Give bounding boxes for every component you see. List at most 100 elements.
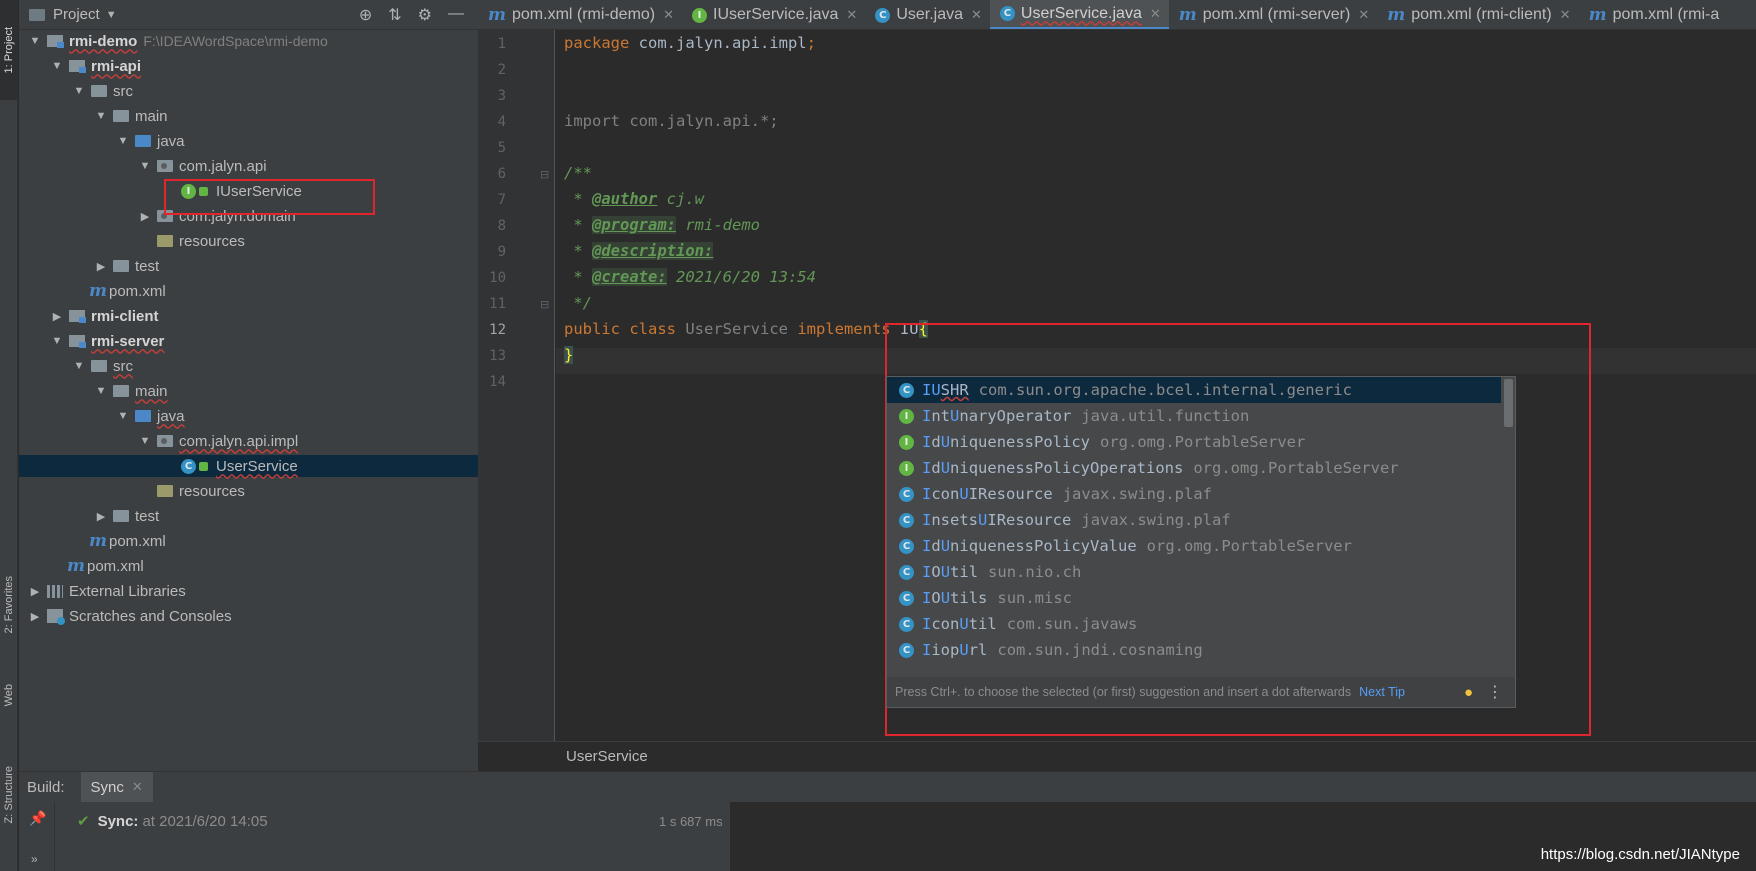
tool-tab-web[interactable]: Web — [0, 670, 18, 720]
tree-node-resources[interactable]: resources — [19, 480, 478, 502]
expand-arrow-icon[interactable]: ▶ — [137, 210, 153, 223]
tree-node-main[interactable]: ▼ main — [19, 105, 478, 127]
completion-item[interactable]: I IdUniquenessPolicy org.omg.PortableSer… — [887, 429, 1501, 455]
build-tool-window: Build: Sync ✕ 📌 » ✔ Sync: at 2021/6/20 14… — [19, 771, 1756, 871]
pin-icon[interactable]: 📌 — [29, 810, 46, 827]
tool-tab-favorites[interactable]: 2: Favorites — [0, 555, 18, 655]
expand-arrow-icon[interactable]: ▼ — [27, 35, 43, 47]
tree-node-java[interactable]: ▼ java — [19, 405, 478, 427]
expand-arrow-icon[interactable]: ▼ — [71, 85, 87, 97]
completion-item[interactable]: C IconUIResource javax.swing.plaf — [887, 481, 1501, 507]
locate-icon[interactable]: ⊕ — [359, 5, 372, 25]
completion-item[interactable]: I IntUnaryOperator java.util.function — [887, 403, 1501, 429]
tree-node-pom[interactable]: m pom.xml — [19, 280, 478, 302]
close-icon[interactable]: ✕ — [132, 779, 143, 795]
completion-scrollbar[interactable] — [1504, 379, 1513, 427]
close-icon[interactable]: ✕ — [1150, 6, 1161, 22]
expand-arrow-icon[interactable]: ▶ — [93, 510, 109, 523]
chevron-right-icon[interactable]: » — [31, 852, 38, 866]
close-icon[interactable]: ✕ — [663, 7, 674, 23]
tab-pom-rmi-client[interactable]: m pom.xml (rmi-client) ✕ — [1377, 0, 1578, 29]
close-icon[interactable]: ✕ — [1358, 7, 1369, 23]
tree-node-test[interactable]: ▶ test — [19, 505, 478, 527]
completion-item[interactable]: C IOUtil sun.nio.ch — [887, 559, 1501, 585]
minimize-icon[interactable]: — — [448, 5, 464, 25]
expand-arrow-icon[interactable]: ▼ — [93, 110, 109, 122]
expand-arrow-icon[interactable]: ▶ — [27, 585, 43, 598]
tab-pom-rmi-server[interactable]: m pom.xml (rmi-server) ✕ — [1169, 0, 1377, 29]
project-view-selector[interactable]: Project — [53, 6, 100, 23]
expand-arrow-icon[interactable]: ▼ — [71, 360, 87, 372]
expand-arrow-icon[interactable]: ▼ — [137, 435, 153, 447]
code-line-7: * @author cj.w — [564, 190, 704, 208]
tree-node-main[interactable]: ▼ main — [19, 380, 478, 402]
next-tip-link[interactable]: Next Tip — [1359, 685, 1405, 699]
tree-node-package[interactable]: ▼ com.jalyn.api — [19, 155, 478, 177]
fold-icon[interactable]: ⊟ — [540, 298, 549, 311]
maven-icon: m — [1387, 5, 1406, 25]
tree-node-rmi-client[interactable]: ▶ rmi-client — [19, 305, 478, 327]
close-icon[interactable]: ✕ — [971, 7, 982, 23]
folder-icon — [91, 85, 107, 97]
completion-item[interactable]: C IiopUrl com.sun.jndi.cosnaming — [887, 637, 1501, 663]
module-icon — [47, 35, 64, 48]
expand-arrow-icon[interactable]: ▼ — [49, 335, 65, 347]
resources-folder-icon — [157, 485, 173, 497]
completion-item[interactable]: C IUSHR com.sun.org.apache.bcel.internal… — [887, 377, 1501, 403]
class-icon: C — [899, 590, 914, 606]
expand-arrow-icon[interactable]: ▼ — [115, 410, 131, 422]
tree-node-test[interactable]: ▶ test — [19, 255, 478, 277]
code-line-12: public class UserService implements IU{ — [564, 320, 928, 338]
completion-item[interactable]: C IOUtils sun.misc — [887, 585, 1501, 611]
code-line-4: import com.jalyn.api.*; — [564, 112, 779, 130]
completion-item[interactable]: C IconUtil com.sun.javaws — [887, 611, 1501, 637]
expand-arrow-icon[interactable]: ▼ — [49, 60, 65, 72]
tree-node-rmi-api[interactable]: ▼ rmi-api — [19, 55, 478, 77]
gear-icon[interactable]: ⚙ — [418, 5, 432, 25]
tree-node-resources[interactable]: resources — [19, 230, 478, 252]
tree-node-scratches[interactable]: ▶ Scratches and Consoles — [19, 605, 478, 627]
tree-node-external-libraries[interactable]: ▶ External Libraries — [19, 580, 478, 602]
code-line-1: package com.jalyn.api.impl; — [564, 34, 816, 52]
tree-node-userservice[interactable]: C UserService — [19, 455, 478, 477]
tab-pom-rmi-a[interactable]: m pom.xml (rmi-a — [1579, 0, 1728, 29]
fold-icon[interactable]: ⊟ — [540, 168, 549, 181]
tool-tab-project[interactable]: 1: Project — [0, 0, 18, 100]
editor-breadcrumb[interactable]: UserService — [478, 741, 1756, 771]
expand-arrow-icon[interactable]: ▼ — [137, 160, 153, 172]
tree-node-rmi-demo[interactable]: ▼ rmi-demo F:\IDEAWordSpace\rmi-demo — [19, 30, 478, 52]
tool-tab-structure[interactable]: Z: Structure — [0, 745, 18, 845]
tree-node-java[interactable]: ▼ java — [19, 130, 478, 152]
module-icon — [69, 60, 86, 73]
tab-userservice[interactable]: C UserService.java ✕ — [989, 0, 1169, 29]
folder-icon — [113, 260, 129, 272]
completion-item[interactable]: C IdUniquenessPolicyValue org.omg.Portab… — [887, 533, 1501, 559]
collapse-all-icon[interactable]: ⇅ — [388, 5, 401, 25]
tab-iuserservice[interactable]: I IUserService.java ✕ — [682, 0, 865, 29]
interface-icon: I — [899, 408, 914, 424]
tab-pom-rmi-demo[interactable]: m pom.xml (rmi-demo) ✕ — [478, 0, 682, 29]
tree-node-package[interactable]: ▼ com.jalyn.api.impl — [19, 430, 478, 452]
tab-sync[interactable]: Sync ✕ — [80, 772, 153, 802]
tab-user[interactable]: C User.java ✕ — [865, 0, 990, 29]
close-icon[interactable]: ✕ — [1560, 7, 1571, 23]
tree-node-src[interactable]: ▼ src — [19, 355, 478, 377]
expand-arrow-icon[interactable]: ▼ — [115, 135, 131, 147]
expand-arrow-icon[interactable]: ▼ — [93, 385, 109, 397]
class-icon: C — [899, 642, 914, 658]
expand-arrow-icon[interactable]: ▶ — [93, 260, 109, 273]
completion-item[interactable]: C InsetsUIResource javax.swing.plaf — [887, 507, 1501, 533]
chevron-down-icon[interactable]: ▼ — [106, 9, 117, 21]
tree-node-pom[interactable]: m pom.xml — [19, 530, 478, 552]
more-options-icon[interactable]: ⋮ — [1487, 682, 1503, 702]
completion-item[interactable]: I IdUniquenessPolicyOperations org.omg.P… — [887, 455, 1501, 481]
close-icon[interactable]: ✕ — [846, 7, 857, 23]
expand-arrow-icon[interactable]: ▶ — [27, 610, 43, 623]
tree-node-src[interactable]: ▼ src — [19, 80, 478, 102]
tree-node-pom[interactable]: m pom.xml — [19, 555, 478, 577]
sync-status-row[interactable]: ✔ Sync: at 2021/6/20 14:05 — [77, 812, 268, 831]
code-line-11: */ — [564, 294, 592, 312]
tree-node-rmi-server[interactable]: ▼ rmi-server — [19, 330, 478, 352]
expand-arrow-icon[interactable]: ▶ — [49, 310, 65, 323]
maven-icon: m — [89, 281, 107, 301]
